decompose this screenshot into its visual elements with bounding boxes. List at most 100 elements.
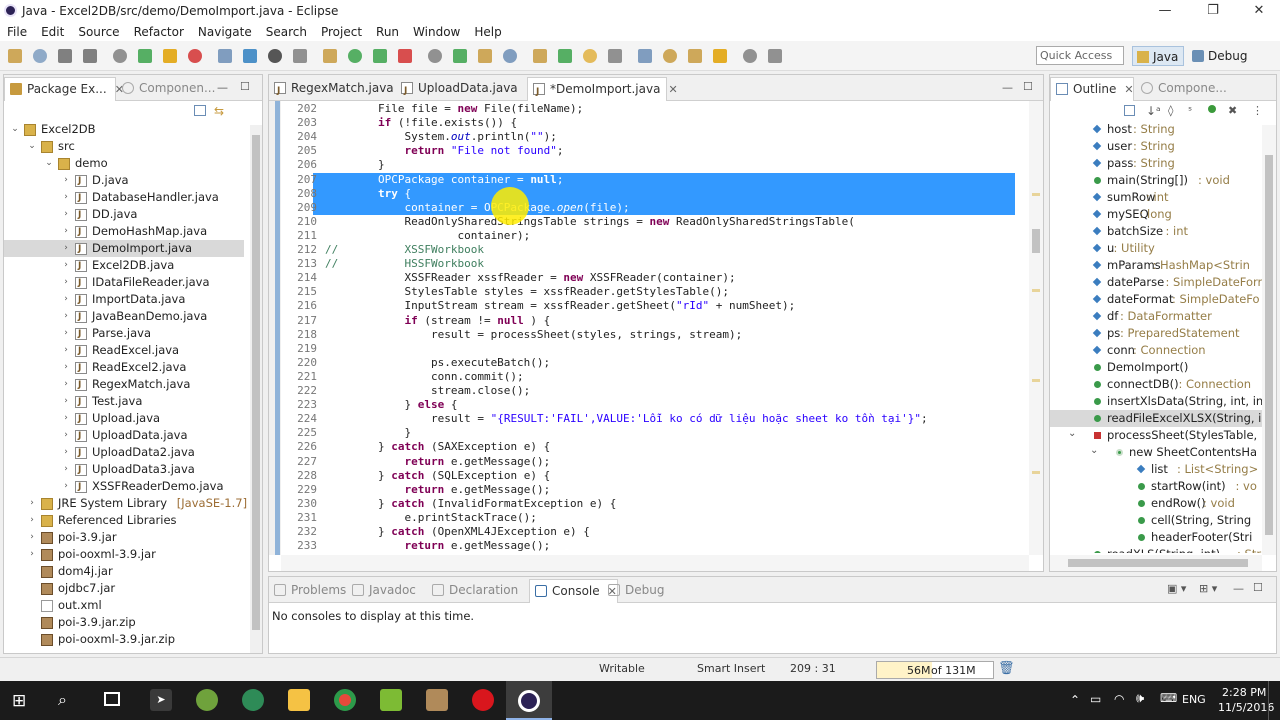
debug-icon[interactable] [373,49,387,63]
tree-item[interactable]: › DatabaseHandler.java [4,189,244,207]
code-line[interactable]: return e.getMessage(); [325,539,550,553]
outline-item[interactable]: list : List<String> [1050,461,1262,478]
show-desktop-button[interactable] [1268,681,1280,720]
outline-item[interactable]: dateParse : SimpleDateForr [1050,274,1262,291]
tree-item[interactable]: › D.java [4,172,244,190]
tree-item[interactable]: › poi-3.9.jar [4,529,244,546]
code-line[interactable]: } [325,158,385,172]
tree-item[interactable]: › Referenced Libraries [4,512,244,529]
collapse-all-icon[interactable] [194,105,206,116]
tree-item[interactable]: › ReadExcel.java [4,342,244,360]
tree-item[interactable]: › UploadData3.java [4,461,244,479]
close-button[interactable]: ✕ [1236,0,1280,22]
code-line[interactable]: OPCPackage container = null; [325,173,563,187]
run-icon[interactable] [398,49,412,63]
collapse-all-icon[interactable] [1124,105,1135,116]
run-last-icon[interactable] [453,49,467,63]
code-line[interactable]: if (stream != null ) { [325,314,550,328]
collapse-arrow-icon[interactable]: › [61,342,71,359]
search-icon[interactable] [608,49,622,63]
tree-item[interactable]: › Excel2DB.java [4,257,244,275]
collapse-arrow-icon[interactable]: › [61,189,71,206]
code-line[interactable]: if (!file.exists()) { [325,116,517,130]
display-console-icon[interactable]: ▣ ▾ [1167,582,1186,595]
outline-hscrollbar[interactable] [1050,555,1262,571]
link-with-editor-icon[interactable]: ⇆ [214,104,224,118]
collapse-arrow-icon[interactable]: › [27,512,37,529]
tree-item[interactable]: › DD.java [4,206,244,224]
tree-item[interactable]: poi-3.9.jar.zip [4,614,244,631]
collapse-arrow-icon[interactable]: › [61,274,71,291]
close-icon[interactable]: ✕ [668,83,677,96]
tree-item[interactable]: › RegexMatch.java [4,376,244,394]
close-icon[interactable]: ✕ [1124,83,1133,96]
maximize-console-icon[interactable]: ☐ [1253,581,1263,594]
tree-item[interactable]: dom4j.jar [4,563,244,580]
minimize-button[interactable]: — [1142,0,1188,22]
tree-item[interactable]: poi-ooxml-schemas-3.7-beta1.jar [4,648,248,651]
collapse-arrow-icon[interactable]: › [61,172,71,189]
outline-item[interactable]: readFileExcelXLSX(String, in [1050,410,1262,427]
outline-item[interactable]: dateFormat : SimpleDateFo [1050,291,1262,308]
code-line[interactable]: container = OPCPackage.open(file); [325,201,629,215]
chrome-icon[interactable] [334,689,356,711]
terminate-icon[interactable] [188,49,202,63]
forward-icon[interactable] [768,49,782,63]
skip-breakpoints-icon[interactable] [113,49,127,63]
tab-debug[interactable]: Debug [603,579,664,603]
code-line[interactable]: result = "{RESULT:'FAIL',VALUE:'Lỗi ko c… [325,412,928,426]
editor-vscrollbar[interactable] [1029,101,1043,555]
code-line[interactable]: result = processSheet(styles, strings, s… [325,328,742,342]
outline-item[interactable]: connectDB() : Connection [1050,376,1262,393]
show-whitespace-icon[interactable] [688,49,702,63]
collapse-arrow-icon[interactable]: › [61,325,71,342]
quick-access-input[interactable]: Quick Access [1036,46,1124,65]
menu-edit[interactable]: Edit [34,25,71,39]
expand-arrow-icon[interactable]: ⌄ [27,138,37,155]
tree-item[interactable]: › JRE System Library [JavaSE-1.7] [4,495,247,512]
outline-item[interactable]: ⌄ new SheetContentsHa [1050,444,1262,461]
code-line[interactable]: container); [325,229,530,243]
menu-project[interactable]: Project [314,25,369,39]
language-indicator[interactable]: ENG [1182,693,1206,706]
package-tree-scroll-thumb[interactable] [252,135,260,630]
minimize-view-icon[interactable]: — [217,81,228,94]
new-icon[interactable] [8,49,22,63]
code-line[interactable]: } else { [325,398,457,412]
tree-item[interactable]: › Upload.java [4,410,244,428]
hide-local-types-icon[interactable]: ✖ [1228,104,1237,117]
editor-tab-regexmatchjava[interactable]: RegexMatch.java [269,77,395,102]
menu-source[interactable]: Source [71,25,126,39]
outline-item[interactable]: readXLS(String, int) : String [1050,546,1262,553]
menu-window[interactable]: Window [406,25,467,39]
tab-component-outline[interactable]: Compone... [1136,77,1227,101]
tree-item[interactable]: › UploadData.java [4,427,244,445]
new-java-project-icon[interactable] [503,49,517,63]
expand-arrow-icon[interactable]: ⌄ [1068,425,1076,442]
menu-run[interactable]: Run [369,25,406,39]
code-line[interactable]: } catch (OpenXML4JException e) { [325,525,590,539]
notepad-plus-icon[interactable] [380,689,402,711]
expand-arrow-icon[interactable]: ⌄ [44,155,54,172]
tree-item[interactable]: › JavaBeanDemo.java [4,308,244,326]
outline-item[interactable]: df : DataFormatter [1050,308,1262,325]
collapse-arrow-icon[interactable]: › [61,427,71,444]
outline-item[interactable]: pass : String [1050,155,1262,172]
search-icon[interactable]: ⌕ [58,690,67,710]
code-line[interactable]: ReadOnlySharedStringsTable strings = new… [325,215,854,229]
code-line[interactable]: stream.close(); [325,384,530,398]
clock-time[interactable]: 2:28 PM [1222,686,1266,699]
tree-item[interactable]: › ImportData.java [4,291,244,309]
collapse-arrow-icon[interactable]: › [27,495,37,512]
menu-navigate[interactable]: Navigate [191,25,259,39]
outline-vscrollbar[interactable] [1262,125,1276,555]
eclipse-taskbar-button[interactable] [506,681,552,720]
collapse-arrow-icon[interactable]: › [61,393,71,410]
resume-icon[interactable] [138,49,152,63]
code-line[interactable]: conn.commit(); [325,370,524,384]
tab-component[interactable]: Componen... [117,77,215,101]
print-icon[interactable] [83,49,97,63]
windows-start-icon[interactable]: ⊞ [12,691,26,711]
editor-scroll-thumb[interactable] [1032,229,1040,253]
tree-item[interactable]: › ReadExcel2.java [4,359,244,377]
